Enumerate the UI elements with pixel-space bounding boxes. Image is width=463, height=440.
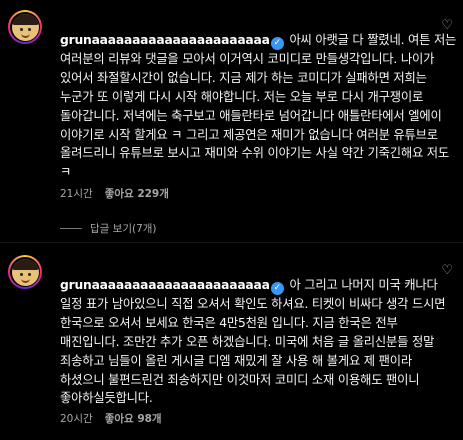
comment-timestamp: 21시간 xyxy=(60,188,93,200)
like-count[interactable]: 좋아요 229개 xyxy=(105,186,169,201)
comment-text: grunaaaaaaaaaaaaaaaaaaaaaa ✓ 아씨 아랫글 다 짤렸네… xyxy=(60,12,460,182)
comment: grunaaaaaaaaaaaaaaaaaaaaaa ✓ 아 그리고 나머지 미국… xyxy=(0,245,463,440)
comment-timestamp: 20시간 xyxy=(60,413,93,425)
comment-meta: 21시간 좋아요 229개 xyxy=(60,186,169,201)
avatar[interactable] xyxy=(8,255,42,289)
heart-icon[interactable]: ♡ xyxy=(441,263,453,278)
comment-text: grunaaaaaaaaaaaaaaaaaaaaaa ✓ 아 그리고 나머지 미국… xyxy=(60,257,460,408)
like-count[interactable]: 좋아요 98개 xyxy=(105,411,162,426)
verified-badge-icon: ✓ xyxy=(270,36,284,50)
comment-meta: 20시간 좋아요 98개 xyxy=(60,411,162,426)
heart-icon[interactable]: ♡ xyxy=(441,18,453,33)
divider xyxy=(0,242,463,243)
username-link[interactable]: grunaaaaaaaaaaaaaaaaaaaaaa xyxy=(60,278,270,292)
replies-divider-line xyxy=(60,228,82,229)
verified-badge-icon: ✓ xyxy=(270,281,284,295)
view-replies-label[interactable]: 답글 보기(7개) xyxy=(90,221,157,236)
username-link[interactable]: grunaaaaaaaaaaaaaaaaaaaaaa xyxy=(60,33,270,47)
avatar[interactable] xyxy=(8,10,42,44)
comment: grunaaaaaaaaaaaaaaaaaaaaaa ✓ 아씨 아랫글 다 짤렸네… xyxy=(0,0,463,240)
comment-body: 아 그리고 나머지 미국 캐나다 일정 표가 남아있으니 직접 오셔서 확인도 … xyxy=(60,277,446,406)
comment-body: 아씨 아랫글 다 짤렸네. 여튼 저는 여러분의 리뷰와 댓글을 모아서 이거역… xyxy=(60,32,457,180)
view-replies-button[interactable]: 답글 보기(7개) xyxy=(60,221,157,236)
